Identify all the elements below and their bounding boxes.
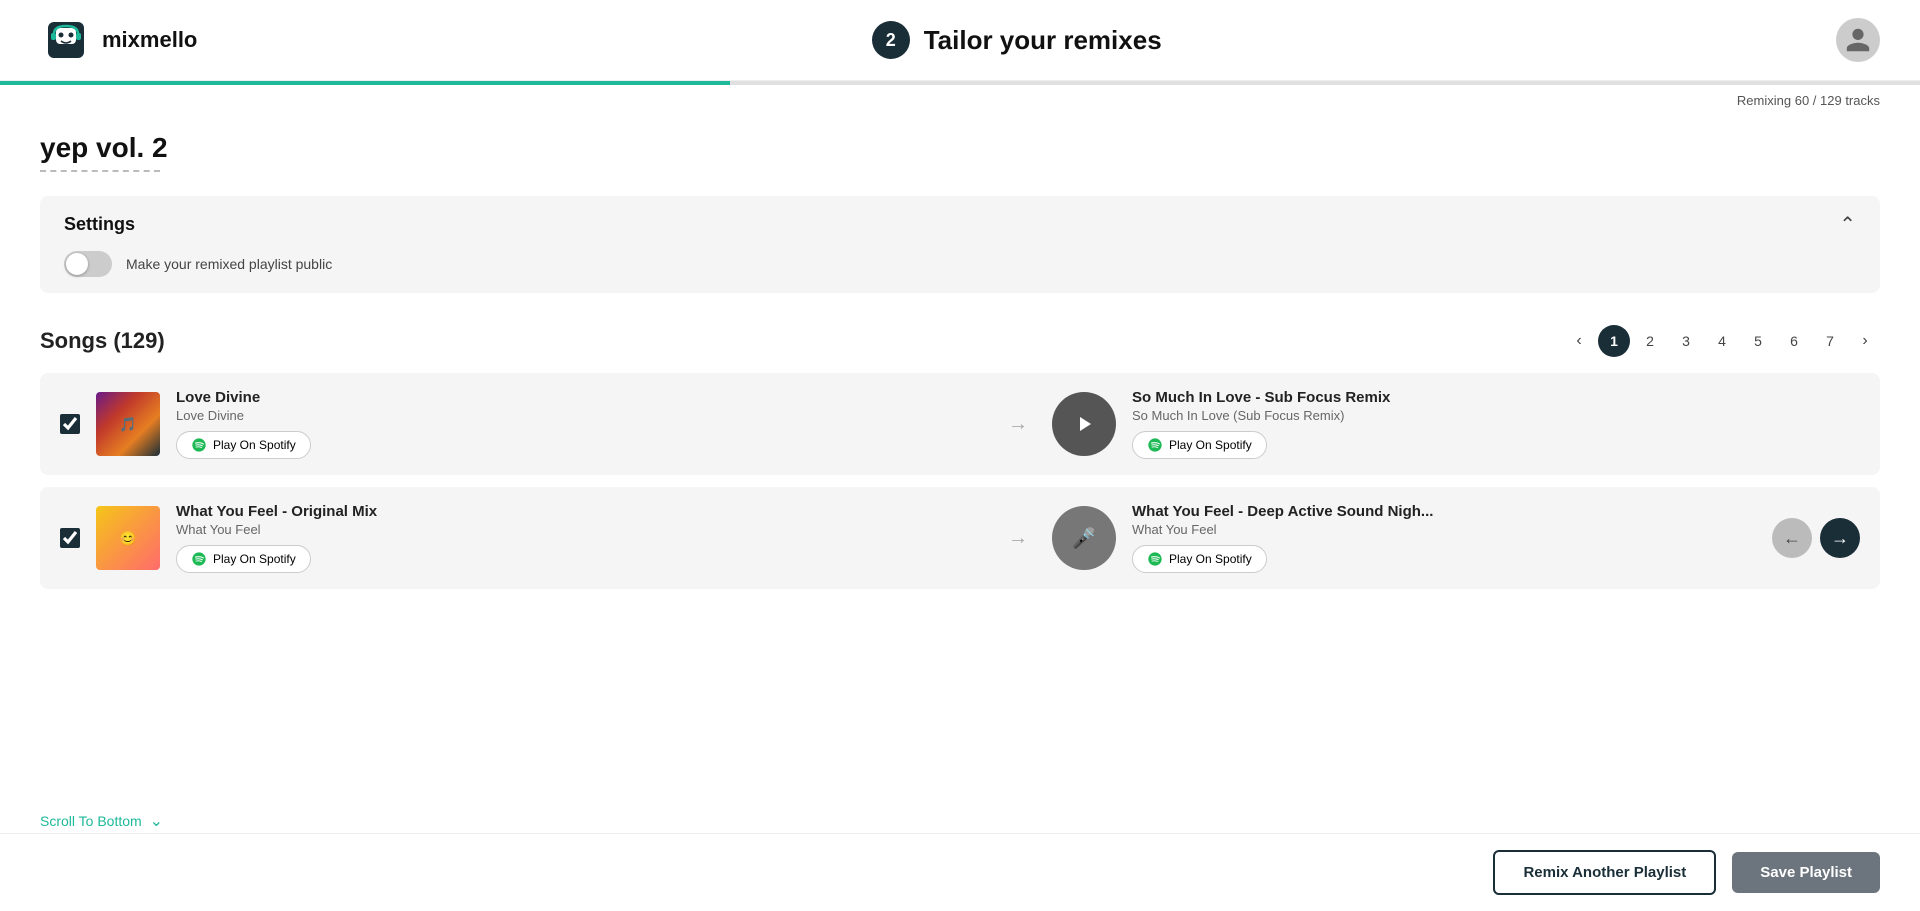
remix-spotify-btn-2[interactable]: Play On Spotify [1132, 545, 1267, 573]
settings-body: Make your remixed playlist public [64, 251, 1856, 277]
save-playlist-button[interactable]: Save Playlist [1732, 852, 1880, 893]
pagination-next-arrow[interactable]: › [1850, 326, 1880, 356]
chevron-up-icon[interactable]: ⌃ [1839, 212, 1856, 237]
remix-name-2: What You Feel - Deep Active Sound Nigh..… [1132, 503, 1744, 520]
step-area: 2 Tailor your remixes [872, 21, 1162, 59]
spotify-icon-2 [191, 551, 207, 567]
play-icon-1 [1072, 412, 1096, 436]
song-name-2: What You Feel - Original Mix [176, 503, 984, 520]
logo-area: mixmello [40, 14, 197, 66]
header: mixmello 2 Tailor your remixes [0, 0, 1920, 81]
arrow-divider-2: → [1008, 527, 1028, 550]
song-artist-2: What You Feel [176, 522, 984, 537]
main-content: yep vol. 2 Settings ⌃ Make your remixed … [0, 108, 1920, 721]
song-artist-1: Love Divine [176, 408, 984, 423]
toggle-label: Make your remixed playlist public [126, 256, 332, 272]
settings-section: Settings ⌃ Make your remixed playlist pu… [40, 196, 1880, 293]
scroll-to-bottom[interactable]: Scroll To Bottom ⌄ [40, 811, 163, 831]
logo-icon [40, 14, 92, 66]
step-badge: 2 [872, 21, 910, 59]
song-name-1: Love Divine [176, 389, 984, 406]
settings-header: Settings ⌃ [64, 212, 1856, 237]
arrow-divider-1: → [1008, 413, 1028, 436]
songs-header: Songs (129) ‹ 1 2 3 4 5 6 7 › [40, 325, 1880, 357]
song-info-2: What You Feel - Original Mix What You Fe… [176, 503, 984, 573]
public-toggle[interactable] [64, 251, 112, 277]
play-btn-1[interactable] [1052, 392, 1116, 456]
song-info-1: Love Divine Love Divine Play On Spotify [176, 389, 984, 459]
spotify-icon-1 [191, 437, 207, 453]
remix-side-2: 🎤 What You Feel - Deep Active Sound Nigh… [1052, 503, 1860, 573]
spotify-btn-1[interactable]: Play On Spotify [176, 431, 311, 459]
remix-art-2: 🎤 [1052, 506, 1116, 570]
chevron-down-icon: ⌄ [150, 811, 163, 831]
song-checkbox-1[interactable] [60, 414, 80, 434]
page-btn-7[interactable]: 7 [1814, 325, 1846, 357]
spotify-btn-2[interactable]: Play On Spotify [176, 545, 311, 573]
remixing-info: Remixing 60 / 129 tracks [0, 85, 1920, 108]
pagination-prev-arrow[interactable]: ‹ [1564, 326, 1594, 356]
pagination: ‹ 1 2 3 4 5 6 7 › [1564, 325, 1880, 357]
prev-remix-btn-2[interactable]: ← [1772, 518, 1812, 558]
next-remix-btn-2[interactable]: → [1820, 518, 1860, 558]
playlist-divider [40, 170, 160, 172]
song-art-1: 🎵 [96, 392, 160, 456]
toggle-thumb [66, 253, 88, 275]
songs-title: Songs (129) [40, 328, 165, 354]
song-row-2: 😊 What You Feel - Original Mix What You … [40, 487, 1880, 589]
remix-name-1: So Much In Love - Sub Focus Remix [1132, 389, 1860, 406]
page-btn-6[interactable]: 6 [1778, 325, 1810, 357]
song-row: 🎵 Love Divine Love Divine Play On Spotif… [40, 373, 1880, 475]
nav-buttons-2: ← → [1772, 518, 1860, 558]
remix-artist-1: So Much In Love (Sub Focus Remix) [1132, 408, 1860, 423]
remix-side-1: So Much In Love - Sub Focus Remix So Muc… [1052, 389, 1860, 459]
spotify-icon-remix-1 [1147, 437, 1163, 453]
settings-label: Settings [64, 214, 135, 235]
song-checkbox-2[interactable] [60, 528, 80, 548]
remix-another-button[interactable]: Remix Another Playlist [1493, 850, 1716, 895]
page-btn-1[interactable]: 1 [1598, 325, 1630, 357]
page-btn-3[interactable]: 3 [1670, 325, 1702, 357]
page-btn-4[interactable]: 4 [1706, 325, 1738, 357]
playlist-title: yep vol. 2 [40, 132, 1880, 164]
remix-spotify-btn-1[interactable]: Play On Spotify [1132, 431, 1267, 459]
spotify-icon-remix-2 [1147, 551, 1163, 567]
page-btn-5[interactable]: 5 [1742, 325, 1774, 357]
page-btn-2[interactable]: 2 [1634, 325, 1666, 357]
step-title: Tailor your remixes [924, 25, 1162, 56]
remix-info-1: So Much In Love - Sub Focus Remix So Muc… [1132, 389, 1860, 459]
bottom-bar: Remix Another Playlist Save Playlist [0, 833, 1920, 911]
remix-info-2: What You Feel - Deep Active Sound Nigh..… [1132, 503, 1744, 573]
user-avatar[interactable] [1836, 18, 1880, 62]
logo-text: mixmello [102, 27, 197, 53]
user-icon [1844, 26, 1872, 54]
remix-artist-2: What You Feel [1132, 522, 1744, 537]
song-art-2: 😊 [96, 506, 160, 570]
